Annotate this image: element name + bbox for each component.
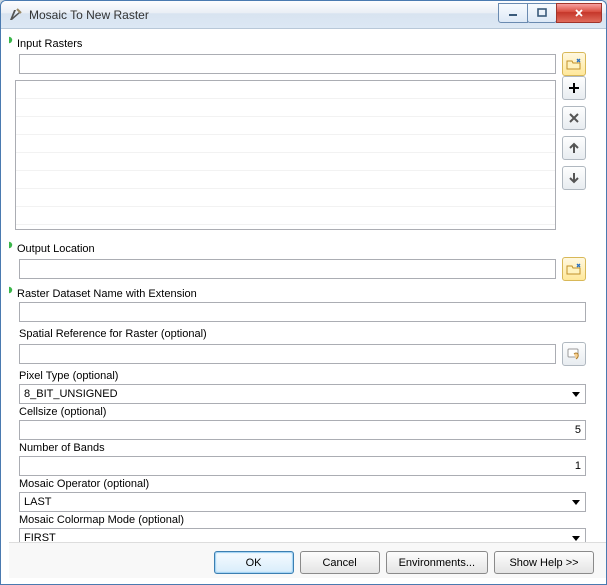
output-location-label: Output Location <box>17 243 95 255</box>
mosaic-op-select[interactable] <box>19 492 586 512</box>
form-scroll[interactable]: Input Rasters <box>9 35 606 542</box>
move-up-button[interactable] <box>562 136 586 160</box>
dataset-name-label: Raster Dataset Name with Extension <box>17 288 197 300</box>
browse-input-rasters-button[interactable] <box>562 52 586 76</box>
spatial-ref-input[interactable] <box>19 344 556 364</box>
colormap-label: Mosaic Colormap Mode (optional) <box>19 514 586 526</box>
bands-label: Number of Bands <box>19 442 586 454</box>
output-location-input[interactable] <box>19 259 556 279</box>
maximize-button[interactable] <box>527 3 557 23</box>
browse-output-location-button[interactable] <box>562 257 586 281</box>
mosaic-op-label: Mosaic Operator (optional) <box>19 478 586 490</box>
cellsize-label: Cellsize (optional) <box>19 406 586 418</box>
minimize-button[interactable] <box>498 3 528 23</box>
folder-open-icon <box>566 57 582 71</box>
required-marker-icon <box>9 286 13 294</box>
app-icon <box>7 7 23 23</box>
bands-input[interactable] <box>19 456 586 476</box>
content-area: Input Rasters <box>1 29 606 584</box>
show-help-button[interactable]: Show Help >> <box>494 551 594 574</box>
input-rasters-input[interactable] <box>19 54 556 74</box>
window-title: Mosaic To New Raster <box>29 8 499 22</box>
input-rasters-list[interactable] <box>15 80 556 230</box>
required-marker-icon <box>9 36 13 44</box>
pixel-type-select[interactable] <box>19 384 586 404</box>
folder-open-icon <box>566 262 582 276</box>
input-rasters-label: Input Rasters <box>17 38 82 50</box>
pixel-type-label: Pixel Type (optional) <box>19 370 586 382</box>
add-item-button[interactable] <box>562 76 586 100</box>
plus-icon <box>567 81 581 95</box>
cellsize-input[interactable] <box>19 420 586 440</box>
colormap-select[interactable] <box>19 528 586 542</box>
button-bar: OK Cancel Environments... Show Help >> <box>9 542 606 578</box>
title-bar[interactable]: Mosaic To New Raster <box>1 1 606 29</box>
arrow-up-icon <box>567 141 581 155</box>
move-down-button[interactable] <box>562 166 586 190</box>
properties-hand-icon <box>566 347 582 361</box>
close-button[interactable] <box>556 3 602 23</box>
environments-button[interactable]: Environments... <box>386 551 488 574</box>
remove-item-button[interactable] <box>562 106 586 130</box>
dialog-window: Mosaic To New Raster Input Rasters <box>0 0 607 585</box>
x-icon <box>567 111 581 125</box>
ok-button[interactable]: OK <box>214 551 294 574</box>
spatial-ref-label: Spatial Reference for Raster (optional) <box>19 328 586 340</box>
dataset-name-input[interactable] <box>19 302 586 322</box>
required-marker-icon <box>9 241 13 249</box>
arrow-down-icon <box>567 171 581 185</box>
cancel-button[interactable]: Cancel <box>300 551 380 574</box>
spatial-ref-properties-button[interactable] <box>562 342 586 366</box>
